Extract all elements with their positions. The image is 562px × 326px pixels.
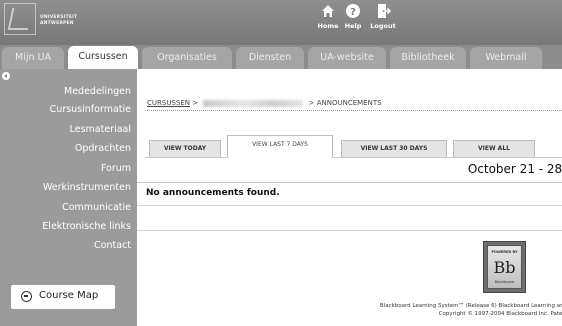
course-menu-sidebar: Mededelingen Cursusinformatie Lesmateria… — [0, 69, 137, 326]
logo-text-line-2: Antwerpen — [40, 21, 74, 26]
home-icon — [322, 5, 334, 17]
date-divider — [137, 182, 562, 183]
blackboard-logo-icon: Bb — [493, 258, 516, 277]
top-header: Universiteit Antwerpen Home ? Help Logou… — [0, 0, 562, 45]
badge-powered-text: POWERED BY — [491, 250, 518, 254]
sidebar-item-contact[interactable]: Contact — [94, 240, 131, 251]
badge-panel: POWERED BY Bb Blackboard — [487, 245, 522, 289]
course-map-label: Course Map — [39, 290, 99, 301]
breadcrumb-root-link[interactable]: CURSUSSEN — [147, 99, 190, 107]
logout-icon — [378, 4, 392, 18]
tab-view-all[interactable]: VIEW ALL — [453, 140, 535, 157]
footer-divider — [137, 230, 562, 231]
course-map-icon — [21, 291, 32, 302]
tab-ua-website[interactable]: UA-website — [308, 47, 386, 69]
tab-view-today[interactable]: VIEW TODAY — [149, 140, 221, 157]
tab-organisaties[interactable]: Organisaties — [142, 47, 232, 69]
sidebar-item-cursusinformatie[interactable]: Cursusinformatie — [50, 104, 131, 115]
main-content: CURSUSSEN > > ANNOUNCEMENTS VIEW TODAY V… — [137, 69, 562, 326]
sidebar-item-forum[interactable]: Forum — [101, 163, 131, 174]
breadcrumb-separator-2: > — [308, 99, 315, 107]
sidebar-item-elektronische-links[interactable]: Elektronische links — [42, 221, 131, 232]
breadcrumb-current: ANNOUNCEMENTS — [316, 99, 382, 107]
help-label: Help — [344, 22, 362, 30]
copyright-line-1: Blackboard Learning System™ (Release 6) … — [379, 303, 562, 309]
message-divider — [137, 205, 562, 206]
home-label: Home — [317, 22, 339, 30]
copyright-line-2: Copyright © 1997-2004 Blackboard Inc. Pa… — [438, 311, 562, 317]
logo-text-line-1: Universiteit — [40, 15, 78, 20]
date-range-heading: October 21 - 28, — [467, 162, 562, 176]
sidebar-item-communicatie[interactable]: Communicatie — [62, 202, 131, 213]
sidebar-item-lesmateriaal[interactable]: Lesmateriaal — [70, 124, 131, 135]
home-link[interactable]: Home — [316, 2, 340, 30]
course-map-button[interactable]: Course Map — [11, 285, 115, 309]
breadcrumb-separator: > — [192, 99, 199, 107]
help-link[interactable]: ? Help — [342, 2, 364, 30]
logo-emblem-icon — [4, 3, 36, 35]
breadcrumb: CURSUSSEN > > ANNOUNCEMENTS — [147, 99, 382, 107]
powered-by-blackboard-badge[interactable]: POWERED BY Bb Blackboard — [483, 241, 526, 293]
tab-view-last-30-days[interactable]: VIEW LAST 30 DAYS — [341, 140, 447, 157]
tab-view-last-7-days[interactable]: VIEW LAST 7 DAYS — [227, 135, 333, 158]
svg-text:?: ? — [350, 7, 356, 18]
help-icon: ? — [346, 4, 360, 18]
tab-mijn-ua[interactable]: Mijn UA — [2, 47, 64, 69]
no-announcements-message: No announcements found. — [146, 188, 280, 198]
tab-cursussen[interactable]: Cursussen — [68, 46, 138, 70]
tab-diensten[interactable]: Diensten — [236, 47, 304, 69]
view-tabs-divider — [145, 157, 562, 158]
breadcrumb-divider — [145, 110, 562, 111]
breadcrumb-course-redacted[interactable] — [203, 99, 304, 107]
sidebar-item-werkinstrumenten[interactable]: Werkinstrumenten — [43, 182, 131, 193]
sidebar-item-opdrachten[interactable]: Opdrachten — [75, 143, 131, 154]
main-tab-bar: Mijn UA Cursussen Organisaties Diensten … — [0, 45, 562, 70]
copyright-footer: Blackboard Learning System™ (Release 6) … — [256, 302, 562, 318]
tab-bibliotheek[interactable]: Bibliotheek — [390, 47, 466, 69]
tab-webmail[interactable]: Webmail — [470, 47, 542, 69]
announcement-view-tabs: VIEW TODAY VIEW LAST 7 DAYS VIEW LAST 30… — [145, 135, 562, 158]
sidebar-item-mededelingen[interactable]: Mededelingen — [64, 86, 131, 97]
university-logo[interactable]: Universiteit Antwerpen — [4, 3, 94, 35]
collapse-menu-icon[interactable] — [2, 72, 10, 80]
badge-brand-text: Blackboard — [494, 280, 515, 284]
logout-link[interactable]: Logout — [366, 2, 400, 30]
logout-label: Logout — [370, 22, 396, 30]
header-nav: Home ? Help Logout — [316, 2, 416, 40]
